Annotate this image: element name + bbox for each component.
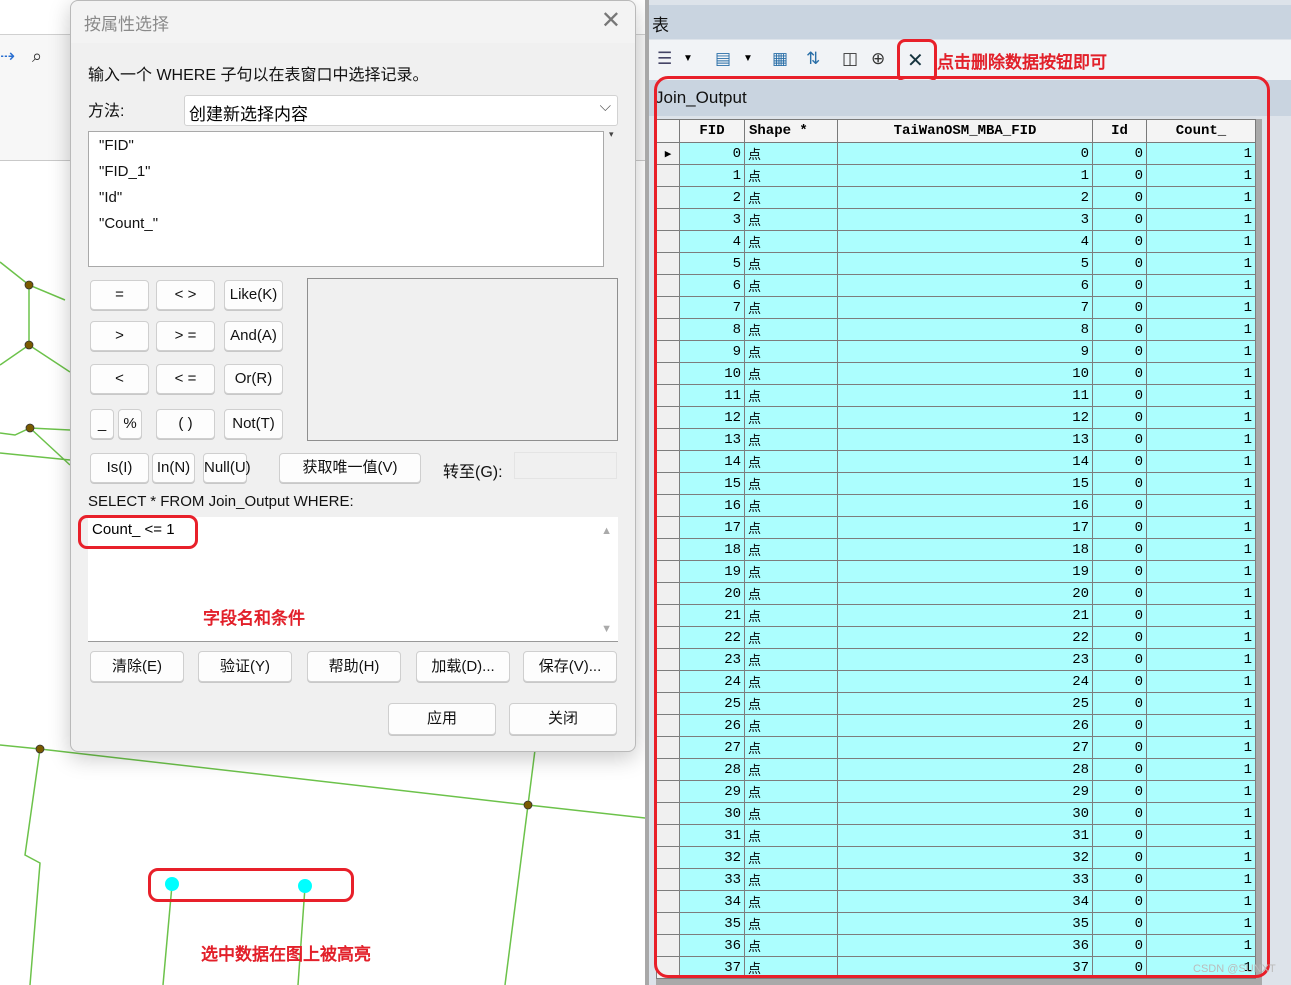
not-equal-button[interactable]: < > [156, 280, 215, 310]
less-than-button[interactable]: < [90, 364, 149, 394]
scroll-down-icon[interactable]: ▼ [601, 623, 612, 635]
less-equal-button[interactable]: < = [156, 364, 215, 394]
dialog-title: 按属性选择 [84, 15, 169, 34]
fields-list[interactable]: "FID" "FID_1" "Id" "Count_" [88, 131, 604, 267]
apply-button[interactable]: 应用 [388, 703, 496, 735]
in-button[interactable]: In(N) [152, 453, 195, 483]
map-node [25, 423, 35, 433]
select-prefix: SELECT * FROM Join_Output WHERE: [88, 493, 354, 510]
close-button[interactable]: 关闭 [509, 703, 617, 735]
verify-button[interactable]: 验证(Y) [198, 651, 292, 682]
null-button[interactable]: Null(U) [203, 453, 251, 483]
road-line [24, 748, 41, 985]
field-item[interactable]: "FID_1" [99, 163, 151, 180]
dialog-titlebar[interactable]: 按属性选择 ✕ [71, 1, 635, 43]
close-icon[interactable]: ✕ [601, 7, 621, 35]
road-line [0, 427, 71, 436]
list-scroll-arrow-icon[interactable]: ▾ [609, 129, 614, 140]
goto-label: 转至(G): [443, 464, 503, 481]
not-button[interactable]: Not(T) [224, 409, 283, 439]
map-node [523, 800, 533, 810]
chevron-down-icon[interactable]: ▼ [683, 47, 693, 71]
where-annotation: 字段名和条件 [203, 609, 305, 628]
table-options-icon[interactable]: ☰ [657, 47, 672, 71]
road-line [0, 452, 71, 461]
get-unique-values-button[interactable]: 获取唯一值(V) [279, 453, 421, 483]
and-button[interactable]: And(A) [224, 321, 283, 351]
parentheses-button[interactable]: ( ) [156, 409, 215, 439]
where-highlight-box [78, 515, 198, 549]
selection-highlight-box [148, 868, 354, 902]
road-line [0, 744, 645, 819]
delete-annotation: 点击删除数据按钮即可 [937, 53, 1107, 72]
underscore-button[interactable]: _ [90, 409, 114, 439]
equals-button[interactable]: = [90, 280, 149, 310]
save-button[interactable]: 保存(V)... [523, 651, 617, 682]
zoom-to-selected-icon[interactable]: ⊕ [871, 47, 885, 71]
field-item[interactable]: "Id" [99, 189, 122, 206]
road-line [0, 261, 66, 301]
road-line [0, 344, 71, 373]
table-highlight-box [654, 76, 1270, 978]
or-button[interactable]: Or(R) [224, 364, 283, 394]
clear-button[interactable]: 清除(E) [90, 651, 184, 682]
field-item[interactable]: "FID" [99, 137, 134, 154]
clear-selection-icon[interactable]: ◫ [842, 47, 858, 71]
method-select-value: 创建新选择内容 [189, 105, 308, 124]
map-node [35, 744, 45, 754]
select-by-attributes-icon[interactable]: ▦ [772, 47, 788, 71]
chevron-down-icon[interactable]: ▼ [743, 47, 753, 71]
percent-button[interactable]: % [118, 409, 142, 439]
map-annotation: 选中数据在图上被高亮 [201, 945, 371, 964]
select-by-attributes-dialog: 按属性选择 ✕ 输入一个 WHERE 子句以在表窗口中选择记录。 方法: 创建新… [70, 0, 636, 752]
table-titlebar[interactable] [649, 5, 1291, 39]
load-button[interactable]: 加载(D)... [416, 651, 510, 682]
is-button[interactable]: Is(I) [90, 453, 149, 483]
greater-than-button[interactable]: > [90, 321, 149, 351]
field-item[interactable]: "Count_" [99, 215, 158, 232]
method-label: 方法: [88, 103, 125, 120]
road-line [527, 749, 536, 806]
related-tables-icon[interactable]: ▤ [715, 47, 731, 71]
map-node [24, 340, 34, 350]
unique-values-list[interactable] [307, 278, 618, 441]
instruction-text: 输入一个 WHERE 子句以在表窗口中选择记录。 [88, 67, 429, 84]
chevron-down-icon: ⌵ [599, 98, 611, 115]
map-node [24, 280, 34, 290]
switch-selection-icon[interactable]: ⇅ [806, 47, 820, 71]
watermark: CSDN @SUNXT [1193, 963, 1276, 975]
goto-input[interactable] [514, 452, 617, 479]
road-line [504, 804, 529, 985]
like-button[interactable]: Like(K) [224, 280, 283, 310]
scroll-up-icon[interactable]: ▲ [601, 525, 612, 537]
greater-equal-button[interactable]: > = [156, 321, 215, 351]
table-window-title: 表 [652, 16, 669, 35]
help-button[interactable]: 帮助(H) [307, 651, 401, 682]
method-select[interactable]: 创建新选择内容 ⌵ [184, 95, 618, 126]
window-edge [645, 0, 649, 985]
